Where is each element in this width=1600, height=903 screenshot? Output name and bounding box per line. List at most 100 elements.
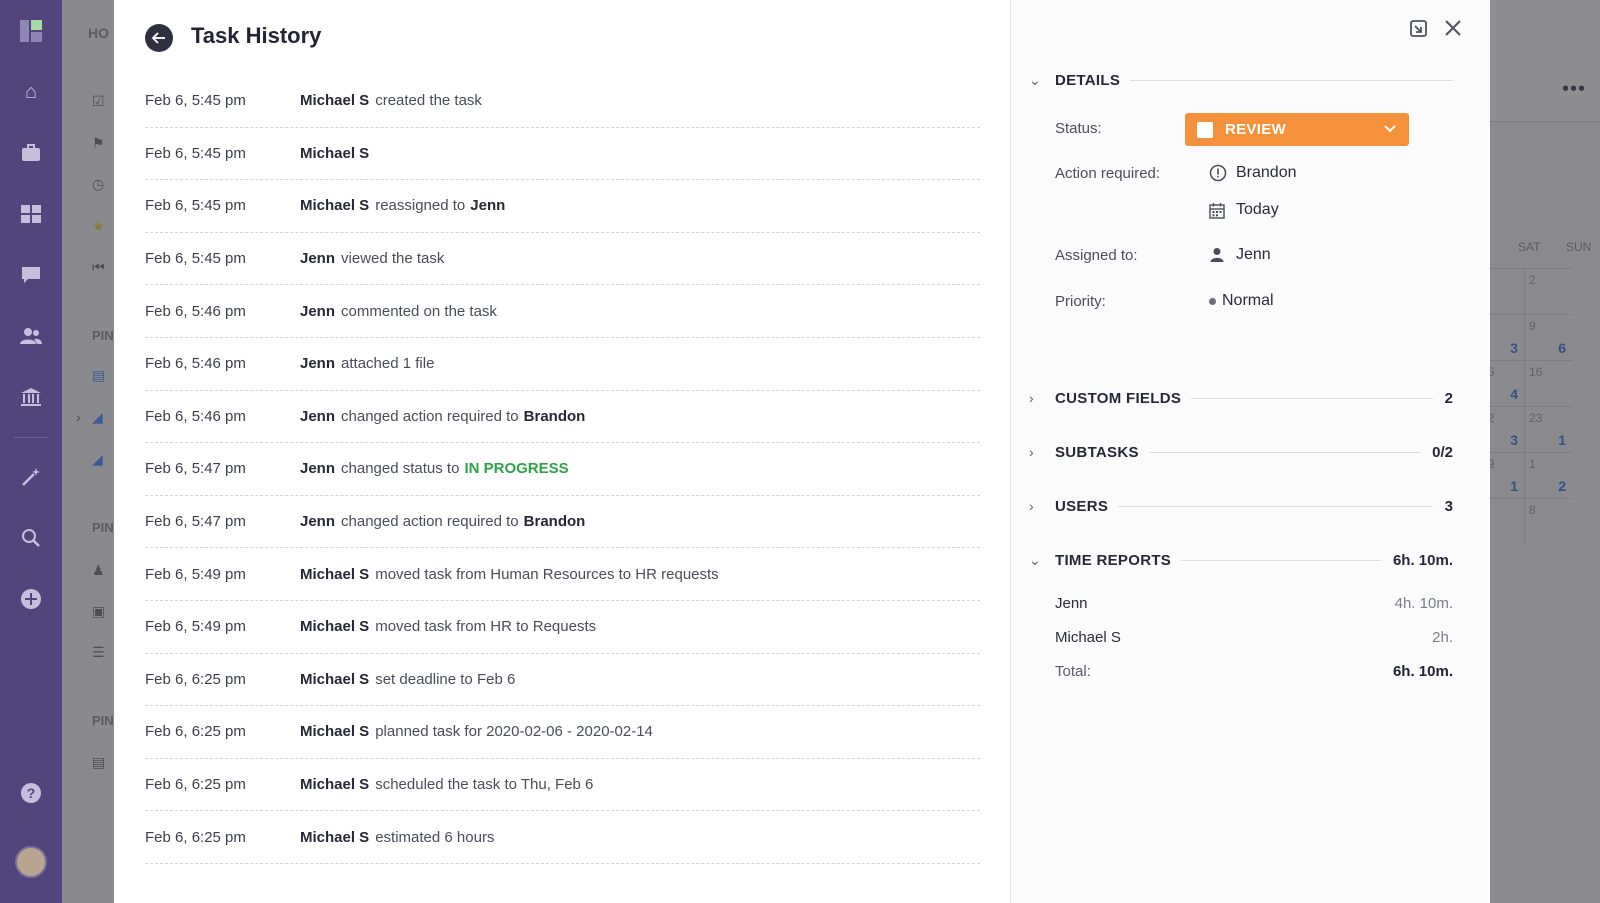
clipboard-icon: ▤ bbox=[92, 754, 106, 770]
history-row: Feb 6, 5:45 pm Michael S created the task bbox=[145, 75, 980, 128]
folder-icon: ◢ bbox=[92, 409, 103, 425]
history-action: scheduled the task to Thu, Feb 6 bbox=[375, 776, 594, 794]
bank-icon[interactable] bbox=[19, 385, 43, 409]
history-actor[interactable]: Michael S bbox=[300, 723, 369, 740]
history-actor[interactable]: Michael S bbox=[300, 829, 369, 846]
history-time: Feb 6, 5:45 pm bbox=[145, 92, 246, 110]
history-row: Feb 6, 5:47 pm Jenn changed status to IN PR… bbox=[145, 443, 980, 496]
users-section-header[interactable]: › USERS 3 bbox=[1029, 496, 1453, 516]
section-divider bbox=[1118, 505, 1433, 507]
history-row: Feb 6, 5:46 pm Jenn commented on the task bbox=[145, 285, 980, 338]
dashboard-icon[interactable] bbox=[19, 202, 43, 226]
custom-fields-section-header[interactable]: › CUSTOM FIELDS 2 bbox=[1029, 388, 1453, 408]
time-reports-section-header[interactable]: ⌄ TIME REPORTS 6h. 10m. bbox=[1029, 550, 1453, 570]
background-calendar-area: ••• SAT SUN 1 2 83 96 154 16 223 231 291… bbox=[1476, 0, 1600, 903]
history-time: Feb 6, 5:47 pm bbox=[145, 460, 246, 478]
history-actor[interactable]: Michael S bbox=[300, 618, 369, 635]
custom-fields-count: 2 bbox=[1444, 389, 1453, 407]
history-action: moved task from Human Resources to HR re… bbox=[375, 565, 719, 583]
priority-value[interactable]: Normal bbox=[1209, 292, 1274, 310]
background-sidebar: HO ☑ ⚑ ◷ ★ ⏮ PIN ▤ › ◢ ◢ PIN ♟ ▣ ☰ PIN ▤ bbox=[62, 0, 114, 903]
more-icon: ••• bbox=[1562, 78, 1587, 100]
time-reports-label: TIME REPORTS bbox=[1055, 551, 1172, 569]
history-row: Feb 6, 5:45 pm Jenn viewed the task bbox=[145, 233, 980, 286]
time-report-total-label: Total: bbox=[1055, 663, 1091, 680]
action-required-date[interactable]: Today bbox=[1209, 201, 1279, 219]
section-divider bbox=[1191, 397, 1433, 399]
calendar-cell: 96 bbox=[1524, 314, 1572, 360]
status-dropdown[interactable]: REVIEW bbox=[1185, 113, 1409, 146]
history-action: planned task for 2020-02-06 - 2020-02-14 bbox=[375, 723, 653, 741]
search-icon[interactable] bbox=[19, 526, 43, 550]
action-required-user[interactable]: Brandon bbox=[1209, 164, 1297, 182]
logo-icon[interactable] bbox=[19, 19, 43, 43]
history-row: Feb 6, 5:49 pm Michael S moved task from H… bbox=[145, 548, 980, 601]
history-action: reassigned to bbox=[375, 197, 466, 215]
history-time: Feb 6, 5:45 pm bbox=[145, 250, 246, 268]
custom-fields-label: CUSTOM FIELDS bbox=[1055, 389, 1182, 407]
home-icon[interactable]: ⌂ bbox=[19, 80, 43, 104]
close-button[interactable] bbox=[1441, 16, 1465, 40]
history-action: attached 1 file bbox=[341, 355, 435, 373]
section-divider bbox=[1130, 79, 1453, 81]
users-icon[interactable] bbox=[19, 324, 43, 348]
user-avatar[interactable] bbox=[15, 846, 47, 878]
assigned-to-label: Assigned to: bbox=[1055, 247, 1138, 264]
history-actor[interactable]: Jenn bbox=[300, 513, 335, 530]
alert-circle-icon bbox=[1209, 164, 1227, 182]
back-button[interactable] bbox=[145, 24, 173, 52]
assigned-to-name: Jenn bbox=[1236, 246, 1271, 263]
chevron-right-icon: › bbox=[1029, 444, 1034, 460]
briefcase-icon[interactable] bbox=[19, 141, 43, 165]
history-actor[interactable]: Jenn bbox=[300, 460, 335, 477]
history-row: Feb 6, 6:25 pm Michael S planned task for … bbox=[145, 706, 980, 759]
details-section-header[interactable]: ⌄ DETAILS bbox=[1029, 70, 1453, 90]
day-of-week: SAT bbox=[1518, 240, 1541, 254]
history-actor[interactable]: Michael S bbox=[300, 776, 369, 793]
history-action: set deadline to Feb 6 bbox=[375, 670, 516, 688]
users-count: 3 bbox=[1444, 497, 1453, 515]
user-alert-icon: ♟ bbox=[92, 562, 105, 578]
history-actor[interactable]: Michael S bbox=[300, 671, 369, 688]
history-actor[interactable]: Michael S bbox=[300, 92, 369, 109]
history-actor[interactable]: Jenn bbox=[300, 355, 335, 372]
check-icon: ☑ bbox=[92, 93, 105, 109]
chevron-down-icon bbox=[1383, 121, 1397, 140]
history-row: Feb 6, 5:45 pm Michael S reassigned to Jenn bbox=[145, 180, 980, 233]
time-report-total-value: 6h. 10m. bbox=[1392, 663, 1453, 680]
add-icon[interactable] bbox=[19, 587, 43, 611]
timer-icon: ◷ bbox=[92, 176, 105, 192]
open-full-button[interactable] bbox=[1407, 16, 1431, 40]
history-actor[interactable]: Jenn bbox=[300, 303, 335, 320]
section-divider bbox=[1181, 559, 1381, 561]
sidebar-divider bbox=[14, 437, 48, 438]
priority-dot-icon bbox=[1209, 297, 1216, 305]
subtasks-section-header[interactable]: › SUBTASKS 0/2 bbox=[1029, 442, 1453, 462]
history-actor[interactable]: Jenn bbox=[300, 408, 335, 425]
history-time: Feb 6, 5:46 pm bbox=[145, 302, 246, 320]
history-time: Feb 6, 5:46 pm bbox=[145, 355, 246, 373]
history-actor[interactable]: Jenn bbox=[300, 250, 335, 267]
time-report-row: Jenn 4h. 10m. bbox=[1055, 595, 1453, 612]
chat-icon[interactable] bbox=[19, 263, 43, 287]
history-action: moved task from HR to Requests bbox=[375, 618, 597, 636]
history-actor[interactable]: Michael S bbox=[300, 145, 369, 162]
history-actor[interactable]: Michael S bbox=[300, 566, 369, 583]
time-reports-count: 6h. 10m. bbox=[1392, 551, 1453, 569]
users-label: USERS bbox=[1055, 497, 1109, 515]
help-icon[interactable]: ? bbox=[19, 781, 43, 805]
svg-text:?: ? bbox=[27, 785, 36, 801]
document-icon: ▤ bbox=[92, 367, 106, 383]
action-required-user-name: Brandon bbox=[1236, 164, 1297, 181]
history-time: Feb 6, 6:25 pm bbox=[145, 723, 246, 741]
history-time: Feb 6, 6:25 pm bbox=[145, 670, 246, 688]
status-label: Status: bbox=[1055, 120, 1102, 137]
history-time: Feb 6, 5:46 pm bbox=[145, 407, 246, 425]
history-action: changed status to bbox=[341, 460, 460, 478]
history-actor[interactable]: Michael S bbox=[300, 197, 369, 214]
chevron-down-icon: ⌄ bbox=[1029, 551, 1041, 568]
assigned-to-value[interactable]: Jenn bbox=[1209, 246, 1271, 264]
time-report-row: Michael S 2h. bbox=[1055, 629, 1453, 646]
briefcase-icon: ▣ bbox=[92, 603, 106, 619]
magic-wand-icon[interactable] bbox=[19, 465, 43, 489]
